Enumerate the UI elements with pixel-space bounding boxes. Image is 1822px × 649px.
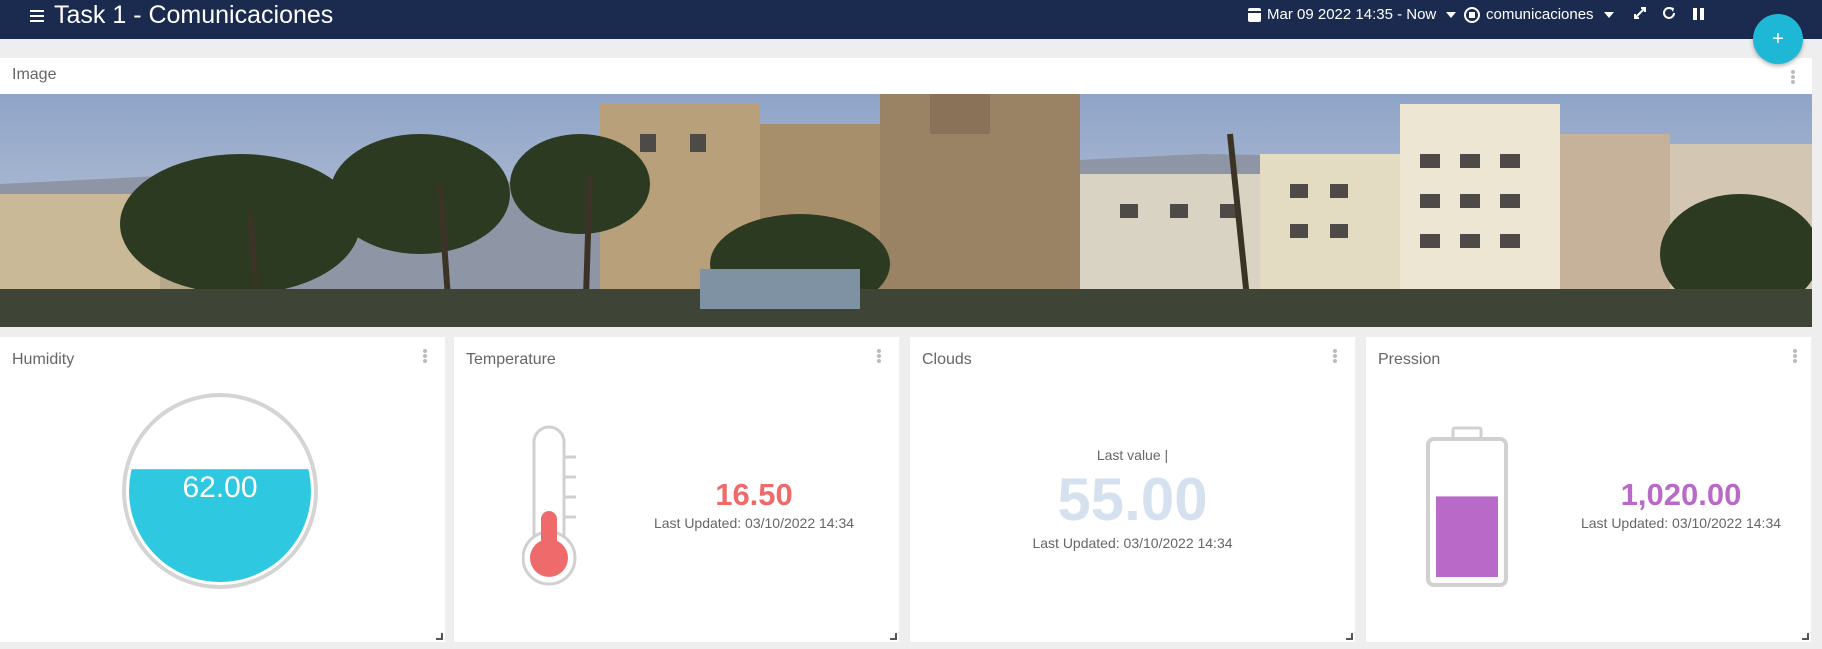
device-chip-icon: [1464, 7, 1480, 23]
widget-title: Pression: [1378, 351, 1441, 368]
chevron-down-icon: [1446, 12, 1457, 18]
widget-menu-icon[interactable]: [420, 347, 430, 365]
page-title: Task 1 - Comunicaciones: [54, 1, 334, 29]
device-label: comunicaciones: [1486, 6, 1594, 23]
widget-menu-icon[interactable]: [1790, 347, 1800, 365]
humidity-widget: Humidity 62.00: [0, 337, 445, 642]
hamburger-menu-icon[interactable]: [30, 7, 46, 25]
calendar-icon: [1248, 8, 1261, 22]
widget-title: Temperature: [466, 351, 556, 368]
pression-readout: 1,020.00 Last Updated: 03/10/2022 14:34: [1556, 477, 1806, 531]
clouds-readout: Last value | 55.00 Last Updated: 03/10/2…: [910, 447, 1355, 551]
last-updated: Last Updated: 03/10/2022 14:34: [1580, 515, 1782, 531]
temperature-readout: 16.50 Last Updated: 03/10/2022 14:34: [634, 477, 874, 531]
last-updated: Last Updated: 03/10/2022 14:34: [1032, 535, 1233, 551]
widget-title: Clouds: [922, 351, 972, 368]
date-range-label: Mar 09 2022 14:35 - Now: [1267, 6, 1437, 23]
widget-menu-icon[interactable]: [874, 347, 884, 365]
panel-title: Image: [12, 66, 57, 83]
last-updated: Last Updated: 03/10/2022 14:34: [653, 515, 855, 531]
image-panel: Image: [0, 58, 1812, 327]
clouds-value: 55.00: [1057, 466, 1208, 533]
temperature-value: 16.50: [715, 477, 793, 512]
top-bar: Task 1 - Comunicaciones Mar 09 2022 14:3…: [0, 0, 1822, 39]
fullscreen-icon[interactable]: [1631, 5, 1649, 23]
device-selector[interactable]: comunicaciones: [1464, 5, 1614, 25]
resize-handle[interactable]: [1346, 633, 1353, 640]
refresh-icon[interactable]: [1660, 5, 1678, 23]
resize-handle[interactable]: [436, 633, 443, 640]
humidity-value: 62.00: [182, 471, 257, 504]
resize-handle[interactable]: [1802, 633, 1809, 640]
widget-menu-icon[interactable]: [1330, 347, 1340, 365]
temperature-widget: Temperature 16.50 Last Updated: 03/10/20…: [454, 337, 899, 642]
add-widget-button[interactable]: +: [1753, 14, 1803, 64]
pression-fill: [1436, 496, 1498, 577]
clouds-widget: Clouds Last value | 55.00 Last Updated: …: [910, 337, 1355, 642]
pression-widget: Pression 1,020.00 Last Updated: 03/10/20…: [1366, 337, 1811, 642]
humidity-gauge: 62.00: [122, 393, 318, 589]
pause-icon[interactable]: [1689, 5, 1707, 23]
last-value-caption: Last value |: [1096, 447, 1169, 463]
town-photo: [0, 94, 1812, 327]
chevron-down-icon: [1603, 12, 1614, 18]
battery-icon: [1426, 426, 1508, 587]
resize-handle[interactable]: [890, 633, 897, 640]
thermometer-icon: [522, 425, 577, 586]
widget-title: Humidity: [12, 351, 75, 368]
pression-value: 1,020.00: [1620, 477, 1742, 512]
panel-menu-icon[interactable]: [1788, 68, 1798, 86]
date-range-selector[interactable]: Mar 09 2022 14:35 - Now: [1248, 5, 1457, 25]
